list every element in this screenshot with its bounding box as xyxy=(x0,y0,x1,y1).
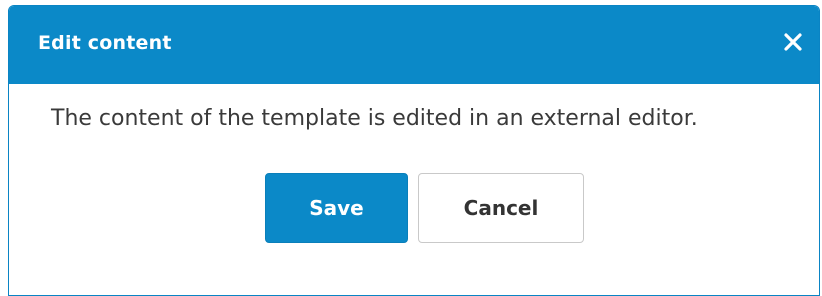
dialog-title: Edit content xyxy=(38,32,172,54)
dialog-titlebar: Edit content xyxy=(9,6,819,84)
dialog-message: The content of the template is edited in… xyxy=(51,106,698,131)
close-icon[interactable] xyxy=(779,28,807,56)
save-button[interactable]: Save xyxy=(265,173,408,243)
edit-content-dialog: Edit content The content of the template… xyxy=(8,5,820,296)
cancel-button[interactable]: Cancel xyxy=(418,173,584,243)
